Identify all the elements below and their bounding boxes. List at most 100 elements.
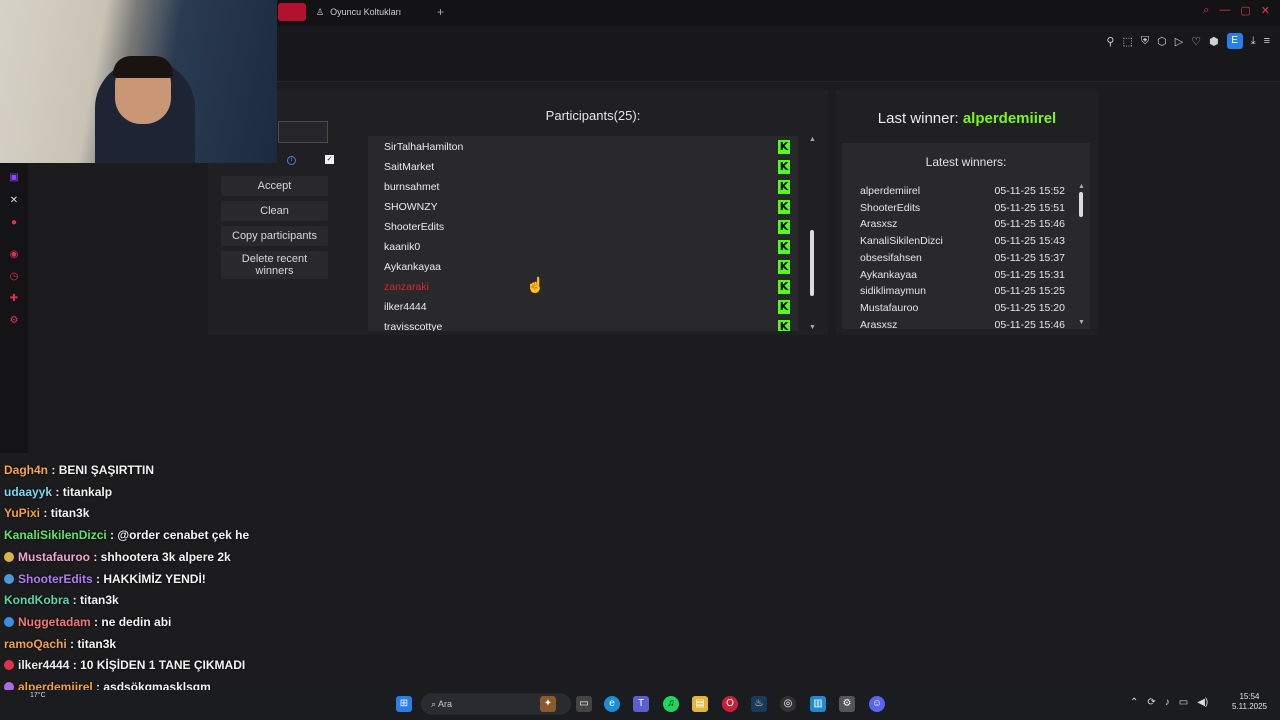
chat-separator: : <box>52 484 63 499</box>
teams-icon[interactable]: T <box>633 696 649 712</box>
info-icon[interactable]: i <box>287 156 296 165</box>
accept-button[interactable]: Accept <box>221 176 328 196</box>
winners-scroll-up-icon[interactable]: ▲ <box>1078 183 1085 190</box>
clean-button[interactable]: Clean <box>221 201 328 221</box>
settings-app-icon[interactable]: ⚙ <box>839 696 855 712</box>
kick-icon: K <box>778 320 790 331</box>
chat-separator: : <box>48 463 59 477</box>
winner-row: sidiklimaymun 05-11-25 15:25 <box>860 283 1065 299</box>
close-button[interactable]: ✕ <box>1261 4 1270 17</box>
winner-row: KanaliSikilenDizci 05-11-25 15:43 <box>860 233 1065 249</box>
chat-text: titan3k <box>80 593 119 608</box>
chat-username: Dagh4n <box>4 463 49 477</box>
mic-icon[interactable]: ♪ <box>1165 697 1170 708</box>
profile-icon[interactable]: E <box>1226 33 1243 49</box>
checkbox[interactable]: ✓ <box>325 155 334 164</box>
tab-oyuncu-koltuklari[interactable]: ♙ Oyuncu Koltukları <box>312 3 405 21</box>
kick-icon: K <box>778 260 790 274</box>
chat-message: Dagh4n : BENI ŞAŞIRTTIN <box>4 463 154 477</box>
mouse-cursor-icon: ☝ <box>526 277 545 294</box>
winner-name: obsesifahsen <box>860 251 922 264</box>
participants-title: Participants(25): <box>545 108 641 123</box>
steam-icon[interactable]: ♨ <box>751 696 767 712</box>
kick-icon: K <box>778 280 790 294</box>
streamer-hair <box>113 56 173 78</box>
play-icon[interactable]: ▷ <box>1175 35 1183 48</box>
kick-icon: K <box>778 220 790 234</box>
participant-name: zanzaraki <box>384 281 429 293</box>
kick-icon: K <box>778 160 790 174</box>
opera-icon[interactable]: O <box>722 696 738 712</box>
chat-text: titan3k <box>50 506 90 521</box>
start-button[interactable]: ⊞ <box>396 696 412 712</box>
chat-separator: : <box>69 658 81 673</box>
keyword-input[interactable] <box>278 121 328 143</box>
chat-text: ne dedin abi <box>101 614 172 629</box>
winner-time: 05-11-25 15:43 <box>994 235 1065 248</box>
explorer-icon[interactable]: ▤ <box>692 696 708 712</box>
heart-icon[interactable]: ♡ <box>1191 35 1201 48</box>
notepad-icon[interactable]: ▥ <box>810 696 826 712</box>
winner-name: ShooterEdits <box>860 201 921 214</box>
spotify-icon[interactable]: ♫ <box>663 696 679 712</box>
twitch-icon[interactable]: ▣ <box>7 171 21 185</box>
widget-icon[interactable]: ✦ <box>540 696 556 712</box>
pin-icon[interactable]: ⚲ <box>1106 35 1114 48</box>
extensions-icon[interactable]: ⬢ <box>1209 35 1219 48</box>
latest-winners-title: Latest winners: <box>925 155 1007 169</box>
winner-time: 05-11-25 15:20 <box>994 301 1065 314</box>
taskbar-clock[interactable]: 15:54 5.11.2025 <box>1232 692 1267 712</box>
participants-scroll-thumb[interactable] <box>810 230 814 296</box>
chat-text: 10 KİŞİDEN 1 TANE ÇIKMADI <box>80 658 246 673</box>
participant-name: SaitMarket <box>384 161 435 173</box>
app-icon[interactable]: ● <box>7 216 21 230</box>
copy-participants-button[interactable]: Copy participants <box>221 226 328 246</box>
play-circle-icon[interactable]: ◉ <box>7 248 21 262</box>
shield-icon[interactable]: ⛨ <box>1141 35 1149 48</box>
winner-name: Aykankayaa <box>860 268 918 281</box>
chat-username: Nuggetadam <box>18 614 91 629</box>
kick-icon: K <box>778 180 790 194</box>
kick-icon: K <box>778 200 790 214</box>
translate-icon[interactable]: ⬡ <box>1157 35 1167 48</box>
delete-recent-winners-button[interactable]: Delete recent winners <box>221 251 328 279</box>
winners-scroll-thumb[interactable] <box>1079 192 1083 217</box>
winner-name: Arasxsz <box>860 318 898 331</box>
clock-icon[interactable]: ◷ <box>7 270 21 284</box>
winner-row: alperdemiirel 05-11-25 15:52 <box>860 183 1065 199</box>
menu-icon[interactable]: ≡ <box>1264 35 1270 47</box>
winners-scroll-down-icon[interactable]: ▼ <box>1078 319 1085 326</box>
task-view-icon[interactable]: ▭ <box>576 696 592 712</box>
chat-badge-icon <box>4 573 14 584</box>
settings-icon[interactable]: ⚙ <box>7 314 21 328</box>
volume-icon[interactable]: ◀) <box>1197 697 1208 708</box>
chat-message: ramoQachi : titan3k <box>4 637 116 651</box>
tab-active[interactable] <box>278 3 306 21</box>
sync-icon[interactable]: ⟳ <box>1147 697 1155 708</box>
clock-date: 5.11.2025 <box>1232 702 1267 711</box>
puzzle-icon[interactable]: ✚ <box>7 292 21 306</box>
screenshot-icon[interactable]: ⬚ <box>1122 35 1132 48</box>
x-icon[interactable]: ✕ <box>7 194 21 208</box>
new-tab-button[interactable]: + <box>437 5 444 19</box>
winner-name: sidiklimaymun <box>860 285 926 298</box>
maximize-button[interactable]: ▢ <box>1240 4 1250 17</box>
last-winner: Last winner: alperdemiirel <box>836 110 1098 127</box>
participant-name: SHOWNZY <box>384 201 438 213</box>
search-icon[interactable]: ⌕ <box>1203 4 1209 17</box>
chat-message: Mustafauroo : shhootera 3k alpere 2k <box>4 550 231 564</box>
clock-time: 15:54 <box>1239 692 1260 701</box>
edge-icon[interactable]: e <box>604 696 620 712</box>
chevron-up-icon[interactable]: ⌃ <box>1130 697 1138 708</box>
monitor-icon[interactable]: ▭ <box>1179 697 1188 708</box>
weather-widget[interactable]: 17°C <box>30 692 46 699</box>
last-winner-label: Last winner: <box>877 110 963 127</box>
chat-message: udaayyk : titankalp <box>4 485 112 499</box>
winner-time: 05-11-25 15:51 <box>994 201 1065 214</box>
app-icon-2[interactable]: ◎ <box>780 696 796 712</box>
download-icon[interactable]: ⤓ <box>1251 35 1256 48</box>
minimize-button[interactable]: — <box>1219 4 1230 17</box>
participant-name: travisscottye <box>384 321 443 331</box>
discord-icon[interactable]: ☺ <box>869 696 885 712</box>
chat-message: YuPixi : titan3k <box>4 506 89 520</box>
